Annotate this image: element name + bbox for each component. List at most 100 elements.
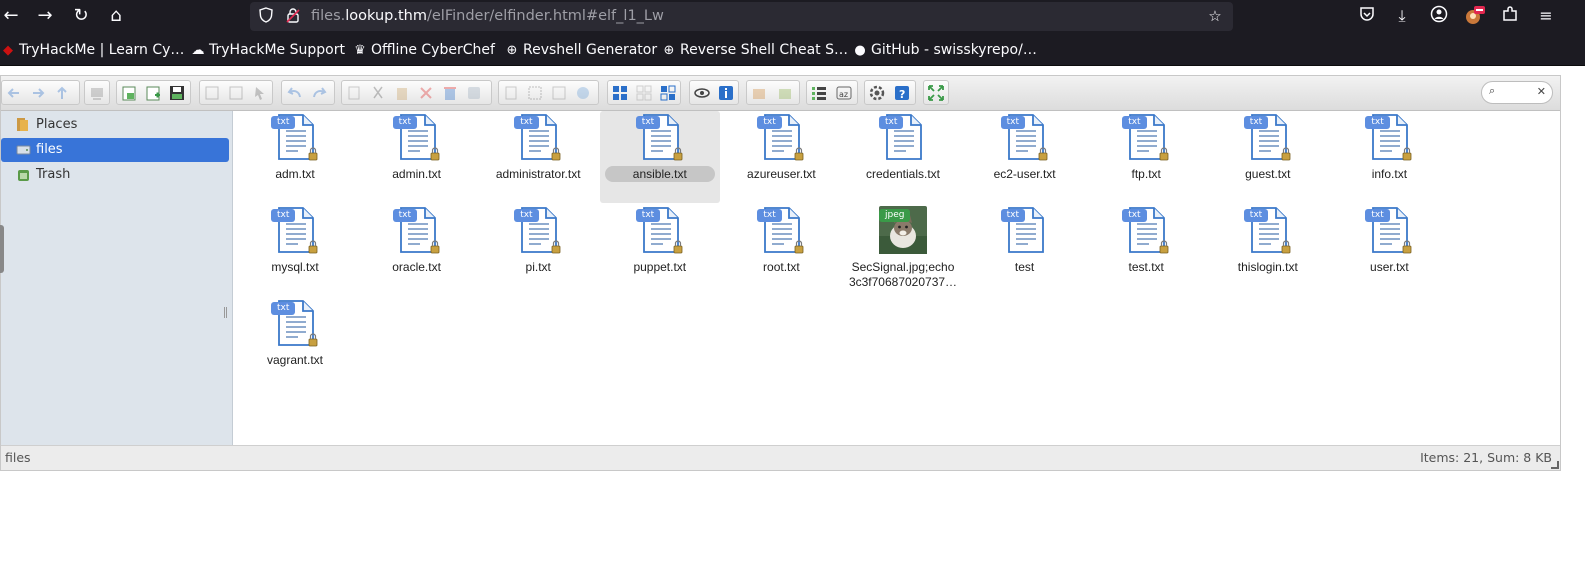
delete-button[interactable] <box>417 84 435 102</box>
back-icon[interactable]: ← <box>0 5 22 27</box>
netmount-button[interactable] <box>88 84 106 102</box>
file-item[interactable]: txt adm.txt <box>235 111 355 203</box>
quicklook-button[interactable] <box>693 84 711 102</box>
file-item[interactable]: txt root.txt <box>721 204 841 296</box>
text-file-icon: txt <box>635 113 684 161</box>
file-item[interactable]: txt info.txt <box>1329 111 1449 203</box>
rename-button[interactable] <box>526 84 544 102</box>
file-item[interactable]: txt test <box>965 204 1085 296</box>
file-item[interactable]: jpeg SecSignal.jpg;echo 3c3f70687020737… <box>843 204 963 296</box>
undo-button[interactable] <box>285 84 303 102</box>
bookmark-revshell-generator[interactable]: ⊕ Revshell Generator <box>504 41 658 59</box>
fullscreen-button[interactable] <box>927 84 945 102</box>
file-item[interactable]: txt credentials.txt <box>843 111 963 203</box>
file-item[interactable]: txt ansible.txt <box>599 111 720 203</box>
save-button[interactable] <box>168 84 186 102</box>
file-item[interactable]: txt mysql.txt <box>235 204 355 296</box>
side-panel-handle[interactable] <box>0 225 4 273</box>
file-item[interactable]: txt thislogin.txt <box>1208 204 1328 296</box>
file-item[interactable]: txt pi.txt <box>478 204 598 296</box>
browser-toolbar: ← → ↻ ⌂ files.lookup.thm/elFinder/elfind… <box>0 0 1585 33</box>
select-invert-button[interactable] <box>659 84 677 102</box>
select-none-button[interactable] <box>635 84 653 102</box>
back-button[interactable] <box>5 84 23 102</box>
file-type-badge: txt <box>1243 209 1269 222</box>
info-button[interactable] <box>717 84 735 102</box>
file-item[interactable]: txt vagrant.txt <box>235 297 355 389</box>
address-bar[interactable]: files.lookup.thm/elFinder/elfinder.html#… <box>250 2 1233 31</box>
text-file-icon: txt <box>514 206 562 254</box>
bookmark-tryhackme-support[interactable]: ☁ TryHackMe Support <box>190 41 345 59</box>
redo-button[interactable] <box>311 84 329 102</box>
account-icon[interactable] <box>1428 5 1450 27</box>
file-item[interactable]: txt admin.txt <box>357 111 477 203</box>
copy-button[interactable] <box>345 84 363 102</box>
preferences-button[interactable] <box>868 84 886 102</box>
file-type-badge: txt <box>392 209 417 222</box>
file-name: oracle.txt <box>392 260 441 274</box>
new-file-button[interactable] <box>144 84 162 102</box>
cut-button[interactable] <box>369 84 387 102</box>
url-text[interactable]: files.lookup.thm/elFinder/elfinder.html#… <box>311 8 664 24</box>
globe-icon: ⊕ <box>663 43 675 58</box>
extract-button[interactable] <box>750 84 768 102</box>
sidebar-item-files[interactable]: files <box>1 138 229 162</box>
edit-button[interactable] <box>550 84 568 102</box>
sort-button[interactable]: az <box>835 84 853 102</box>
download-button[interactable] <box>227 84 245 102</box>
file-item[interactable]: txt ec2-user.txt <box>965 111 1085 203</box>
home-icon[interactable]: ⌂ <box>105 5 127 27</box>
forward-icon[interactable]: → <box>34 5 56 27</box>
view-list-button[interactable] <box>810 84 828 102</box>
file-item[interactable]: txt oracle.txt <box>357 204 477 296</box>
extension-badge-icon[interactable] <box>1463 5 1485 27</box>
insecure-lock-icon[interactable] <box>284 7 302 25</box>
sidebar-item-places[interactable]: Places <box>1 113 229 137</box>
file-item[interactable]: txt azureuser.txt <box>721 111 841 203</box>
sidebar-resize-handle[interactable] <box>224 307 227 318</box>
app-menu-icon[interactable]: ≡ <box>1535 5 1557 27</box>
svg-text:?: ? <box>899 88 905 101</box>
up-button[interactable] <box>53 84 71 102</box>
file-item[interactable]: txt administrator.txt <box>478 111 598 203</box>
file-item[interactable]: txt user.txt <box>1329 204 1449 296</box>
sidebar-item-trash[interactable]: Trash <box>1 163 229 187</box>
help-button[interactable]: ? <box>893 84 911 102</box>
text-file-icon: txt <box>392 113 441 161</box>
bookmark-reverse-shell-cheatsheet[interactable]: ⊕ Reverse Shell Cheat S… <box>661 41 848 59</box>
reload-icon[interactable]: ↻ <box>70 5 92 27</box>
file-item[interactable]: txt puppet.txt <box>600 204 720 296</box>
downloads-icon[interactable]: ⤓ <box>1391 5 1413 27</box>
file-item[interactable]: txt ftp.txt <box>1086 111 1206 203</box>
file-item[interactable]: txt guest.txt <box>1208 111 1328 203</box>
resize-grip-icon[interactable] <box>1551 461 1559 469</box>
select-all-button[interactable] <box>611 84 629 102</box>
text-file-icon: txt <box>1122 113 1170 161</box>
file-item[interactable]: txt test.txt <box>1086 204 1206 296</box>
bookmark-tryhackme[interactable]: ◆ TryHackMe | Learn Cy… <box>0 41 184 59</box>
empty-button[interactable] <box>465 84 483 102</box>
archive-button[interactable] <box>776 84 794 102</box>
tracking-shield-icon[interactable] <box>257 7 275 25</box>
getfile-button[interactable] <box>251 84 269 102</box>
forward-button[interactable] <box>29 84 47 102</box>
status-path: files <box>5 450 31 465</box>
bookmark-github[interactable]: ● GitHub - swisskyrepo/… <box>852 41 1036 59</box>
bookmark-cyberchef[interactable]: ♛ Offline CyberChef <box>352 41 495 59</box>
file-name: root.txt <box>763 260 800 274</box>
file-type-badge: txt <box>1365 209 1390 222</box>
search-input[interactable]: ⌕ ✕ <box>1481 81 1553 104</box>
bookmarks-bar: ◆ TryHackMe | Learn Cy… ☁ TryHackMe Suppor… <box>0 33 1585 66</box>
bookmark-star-icon[interactable]: ☆ <box>1206 7 1224 25</box>
extensions-puzzle-icon[interactable] <box>1499 5 1521 27</box>
trash-button[interactable] <box>441 84 459 102</box>
text-file-icon: txt <box>879 113 927 161</box>
pocket-icon[interactable] <box>1356 5 1378 27</box>
paste-button[interactable] <box>393 84 411 102</box>
new-folder-button[interactable] <box>120 84 138 102</box>
resize-button[interactable] <box>574 84 592 102</box>
clear-search-icon[interactable]: ✕ <box>1537 85 1546 98</box>
open-button[interactable] <box>203 84 221 102</box>
file-type-badge: jpeg <box>879 209 911 222</box>
duplicate-button[interactable] <box>502 84 520 102</box>
